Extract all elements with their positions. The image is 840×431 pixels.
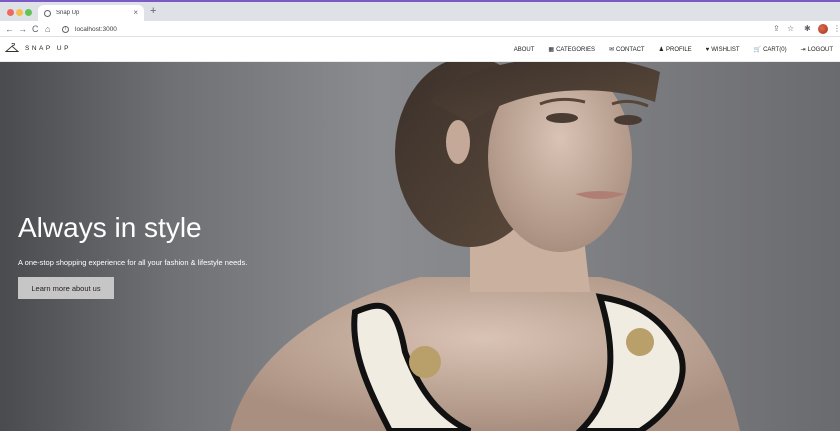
forward-arrow-icon[interactable]: → [18, 23, 27, 35]
nav-profile[interactable]: ♟ PROFILE [658, 46, 692, 54]
nav-contact[interactable]: ✉ CONTACT [609, 46, 645, 54]
nav-menu: ABOUT ▦ CATEGORIES ✉ CONTACT ♟ PROFILE ♥… [500, 37, 833, 62]
learn-more-button[interactable]: Learn more about us [18, 277, 114, 299]
brand-logo[interactable]: SNAP UP [5, 43, 71, 53]
nav-about-label: ABOUT [513, 46, 535, 53]
site-navbar: SNAP UP ABOUT ▦ CATEGORIES ✉ CONTACT ♟ P… [0, 37, 840, 62]
hero-title: Always in style [18, 212, 202, 243]
hero-model-photo [230, 62, 740, 431]
url-text[interactable]: localhost:3000 [75, 26, 117, 33]
close-window-button[interactable] [7, 9, 14, 16]
browser-menu-icon[interactable]: ⋮ [833, 23, 840, 35]
nav-categories-label: CATEGORIES [556, 46, 595, 53]
brand-name: SNAP UP [25, 44, 71, 52]
hero-subtitle: A one-stop shopping experience for all y… [18, 258, 248, 267]
nav-cart[interactable]: 🛒 CART(0) [753, 46, 787, 54]
nav-logout-label: LOGOUT [807, 46, 833, 53]
logout-icon: ⇥ [800, 47, 806, 53]
tab-title: Snap Up [56, 10, 80, 16]
nav-cart-label: CART(0) [763, 46, 787, 53]
nav-logout[interactable]: ⇥ LOGOUT [800, 46, 833, 54]
tab-close-icon[interactable]: × [133, 9, 138, 17]
globe-icon [44, 9, 51, 17]
home-icon[interactable]: ⌂ [45, 23, 50, 35]
hero-banner: Always in style A one-stop shopping expe… [0, 62, 840, 431]
grid-icon: ▦ [548, 47, 555, 53]
cart-icon: 🛒 [753, 47, 762, 53]
nav-profile-label: PROFILE [665, 46, 692, 53]
back-arrow-icon[interactable]: ← [5, 23, 14, 35]
profile-avatar[interactable] [818, 24, 828, 34]
nav-wishlist-label: WISHLIST [711, 46, 740, 53]
address-bar[interactable]: i localhost:3000 [62, 23, 762, 35]
hanger-icon [5, 43, 19, 52]
maximize-window-button[interactable] [25, 9, 32, 16]
nav-categories[interactable]: ▦ CATEGORIES [548, 46, 595, 54]
site-info-icon[interactable]: i [62, 25, 69, 33]
envelope-icon: ✉ [609, 47, 615, 53]
extensions-icon[interactable]: ✱ [804, 23, 811, 35]
nav-about[interactable]: ABOUT [514, 47, 535, 53]
nav-wishlist[interactable]: ♥ WISHLIST [706, 47, 740, 53]
new-tab-button[interactable]: + [150, 6, 156, 17]
browser-tab-bar: Snap Up × + [0, 2, 840, 21]
reload-icon[interactable]: C [32, 23, 39, 35]
share-icon[interactable]: ⇪ [773, 23, 780, 35]
minimize-window-button[interactable] [16, 9, 23, 16]
browser-toolbar: ← → C ⌂ i localhost:3000 ⇪ ☆ ✱ ⋮ [0, 21, 840, 37]
browser-tab[interactable]: Snap Up × [38, 5, 144, 21]
bookmark-star-icon[interactable]: ☆ [787, 23, 794, 35]
heart-icon: ♥ [705, 46, 710, 53]
user-icon: ♟ [658, 47, 664, 53]
nav-contact-label: CONTACT [616, 46, 645, 53]
